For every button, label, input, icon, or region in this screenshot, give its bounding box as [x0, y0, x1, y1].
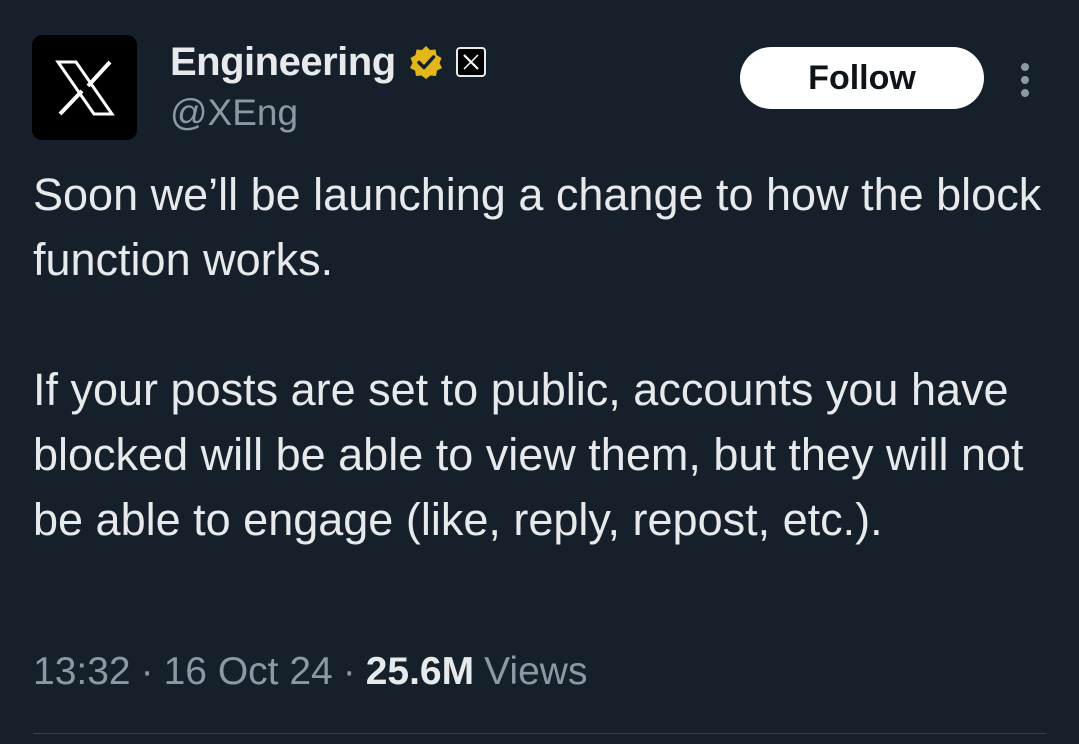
author-display-name[interactable]: Engineering	[170, 40, 396, 85]
tweet-date[interactable]: 16 Oct 24	[164, 650, 333, 694]
tweet-time[interactable]: 13:32	[33, 650, 131, 694]
verified-badge-icon[interactable]	[408, 44, 444, 80]
affiliate-badge-icon[interactable]	[455, 47, 486, 77]
author-identity: Engineering @XEng	[170, 36, 486, 134]
x-logo-icon	[54, 60, 115, 115]
meta-separator: ·	[342, 650, 356, 693]
more-options-button[interactable]	[1008, 58, 1042, 102]
meta-separator: ·	[140, 650, 154, 693]
views-label: Views	[484, 650, 588, 693]
tweet-text: Soon we’ll be launching a change to how …	[33, 162, 1063, 552]
tweet-meta: 13:32 · 16 Oct 24 · 25.6M Views	[33, 650, 587, 694]
tweet-paragraph: Soon we’ll be launching a change to how …	[33, 169, 1042, 285]
more-vertical-icon	[1021, 63, 1029, 97]
avatar[interactable]	[32, 35, 137, 140]
divider	[33, 733, 1046, 734]
tweet-paragraph: If your posts are set to public, account…	[33, 364, 1024, 545]
author-name-row: Engineering	[170, 36, 486, 88]
author-handle[interactable]: @XEng	[170, 92, 486, 134]
follow-button[interactable]: Follow	[740, 47, 984, 109]
views-count[interactable]: 25.6M	[366, 650, 474, 694]
tweet-card: Engineering @XEng Follow Soon we’ll be l…	[0, 0, 1079, 744]
